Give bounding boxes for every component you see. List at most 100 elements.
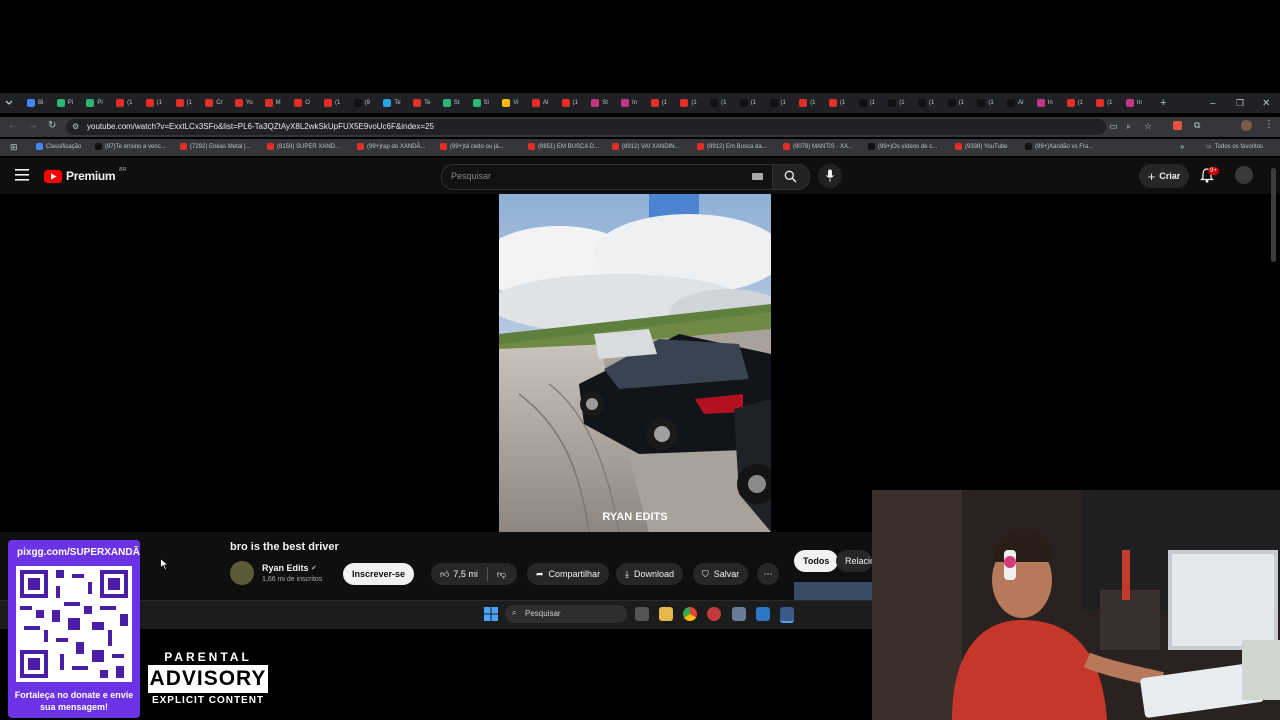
new-tab-button[interactable]: + [1160, 96, 1166, 110]
app-icon[interactable] [756, 607, 770, 621]
bookmark-item[interactable]: (9338) YouTube [955, 143, 1007, 150]
profile-avatar[interactable] [1241, 120, 1252, 131]
bookmark-item[interactable]: (9078) MANTIS · XA... [783, 143, 853, 150]
file-explorer-icon[interactable] [659, 607, 673, 621]
bookmark-item[interactable]: (8912) VAI XANDIN... [612, 143, 680, 150]
bookmark-item[interactable]: (99+)rap do XANDÃ... [357, 143, 426, 150]
site-info-icon[interactable]: ⚙ [72, 122, 79, 131]
zoom-icon[interactable]: ⌕ [1126, 121, 1131, 132]
browser-tab[interactable]: (1 [324, 96, 340, 110]
task-view-icon[interactable] [635, 607, 649, 621]
browser-tab[interactable]: Sl [472, 96, 489, 110]
browser-tab[interactable]: Al [1007, 96, 1023, 110]
browser-tab[interactable]: (1 [145, 96, 162, 110]
recommended-thumbnail[interactable] [794, 582, 872, 600]
browser-tab[interactable]: In [1125, 96, 1142, 110]
browser-tab[interactable]: (1 [858, 96, 875, 110]
create-button[interactable]: + Criar [1139, 164, 1189, 188]
video-player[interactable]: RYAN EDITS [499, 194, 771, 532]
browser-tab[interactable]: Pi [86, 96, 103, 110]
all-bookmarks[interactable]: ▭ Todos os favoritos [1206, 143, 1263, 151]
browser-tab[interactable]: O [294, 96, 310, 110]
save-button[interactable]: ⛉ Salvar [693, 563, 749, 585]
browser-tab[interactable]: St [591, 96, 608, 110]
browser-tab[interactable]: Te [383, 96, 401, 110]
steam-icon[interactable] [780, 607, 794, 623]
browser-tab[interactable]: (1 [888, 96, 905, 110]
reload-icon[interactable]: ↻ [48, 120, 56, 131]
more-actions-button[interactable]: ⋯ [757, 563, 779, 585]
browser-tab[interactable]: In [1036, 96, 1053, 110]
bookmark-item[interactable]: (99+)tá cedo ou já... [440, 143, 504, 150]
taskbar-search[interactable]: ⌕ Pesquisar [505, 605, 627, 623]
voice-search-button[interactable] [818, 164, 842, 188]
browser-tab[interactable]: (1 [1066, 96, 1083, 110]
star-icon[interactable]: ☆ [1144, 121, 1152, 132]
bookmark-item[interactable]: (99+)Os vídeos de c... [868, 143, 937, 150]
bookmark-item[interactable]: (8912) Em Busca da... [697, 143, 767, 150]
browser-tab[interactable]: M [264, 96, 281, 110]
bookmark-item[interactable]: (7292) Enéas Metal |... [180, 143, 251, 150]
close-window-button[interactable]: ✕ [1262, 96, 1270, 110]
browser-tab[interactable]: Bi [27, 96, 43, 110]
chrome-icon[interactable] [683, 607, 697, 621]
browser-tab[interactable]: (1 [680, 96, 697, 110]
youtube-premium-logo[interactable]: Premium BR [44, 167, 126, 183]
browser-tab[interactable]: (1 [977, 96, 994, 110]
tab-search-button[interactable] [4, 96, 14, 110]
kebab-menu-icon[interactable]: ⋮ [1264, 119, 1274, 130]
download-button[interactable]: ⤓ Download [616, 563, 684, 585]
browser-tab[interactable]: (1 [710, 96, 726, 110]
browser-tab[interactable]: (9 [353, 96, 370, 110]
maximize-button[interactable]: ❐ [1236, 96, 1244, 110]
bookmark-item[interactable]: (8159) SUPER XAND... [267, 143, 340, 150]
chip-all[interactable]: Todos [794, 550, 839, 572]
browser-tab[interactable]: Vi [502, 96, 518, 110]
bookmark-item[interactable]: (8851) EM BUSCA D... [528, 143, 599, 150]
thumbs-down-icon[interactable]: 👎︎ [497, 569, 506, 580]
settings-icon[interactable] [732, 607, 746, 621]
browser-tab[interactable]: (1 [1096, 96, 1113, 110]
browser-tab[interactable]: (1 [799, 96, 816, 110]
keyboard-icon[interactable] [752, 173, 763, 180]
browser-tab[interactable]: (1 [561, 96, 578, 110]
browser-tab[interactable]: St [442, 96, 459, 110]
hamburger-menu-icon[interactable] [15, 169, 29, 181]
browser-tab[interactable]: (1 [769, 96, 786, 110]
back-arrow-icon[interactable]: ← [8, 120, 18, 131]
app-icon[interactable] [707, 607, 721, 621]
browser-tab[interactable]: In [621, 96, 637, 110]
browser-tab[interactable]: (1 [947, 96, 964, 110]
browser-tab[interactable]: (1 [116, 96, 132, 110]
browser-tab[interactable]: Te [413, 96, 430, 110]
share-button[interactable]: ➦ Compartilhar [527, 563, 610, 585]
page-scrollbar[interactable] [1271, 168, 1276, 262]
channel-name[interactable]: Ryan Edits [262, 563, 309, 573]
url-text[interactable]: youtube.com/watch?v=ExxtLCx3SFo&list=PL6… [87, 122, 434, 131]
subscribe-button[interactable]: Inscrever-se [343, 563, 415, 585]
apps-grid-icon[interactable]: ⊞ [10, 142, 18, 153]
channel-avatar[interactable] [230, 561, 254, 585]
minimize-button[interactable]: – [1210, 96, 1216, 110]
browser-tab[interactable]: Al [531, 96, 548, 110]
browser-tab[interactable]: (1 [828, 96, 845, 110]
cast-icon[interactable]: ▭ [1109, 121, 1118, 132]
browser-tab[interactable]: (1 [175, 96, 192, 110]
search-input[interactable]: Pesquisar [441, 164, 773, 190]
browser-tab[interactable]: (1 [918, 96, 934, 110]
extension-icon[interactable] [1173, 121, 1182, 130]
like-button[interactable]: 👍︎ 7,5 mi [440, 569, 478, 580]
more-bookmarks-icon[interactable]: » [1180, 142, 1184, 151]
browser-tab[interactable]: Pi [56, 96, 73, 110]
bookmark-item[interactable]: Classificação [36, 143, 81, 150]
windows-start-icon[interactable] [484, 607, 498, 621]
search-button[interactable] [772, 164, 810, 190]
browser-tab[interactable]: (1 [739, 96, 756, 110]
extensions-puzzle-icon[interactable]: ⧉ [1194, 120, 1200, 131]
address-bar[interactable]: ⚙ youtube.com/watch?v=ExxtLCx3SFo&list=P… [66, 119, 1152, 135]
browser-tab[interactable]: Cr [205, 96, 223, 110]
account-avatar[interactable] [1235, 166, 1253, 184]
browser-tab[interactable]: Yo [234, 96, 253, 110]
browser-tab[interactable]: (1 [650, 96, 667, 110]
chip-related[interactable]: Relacio [836, 550, 872, 572]
